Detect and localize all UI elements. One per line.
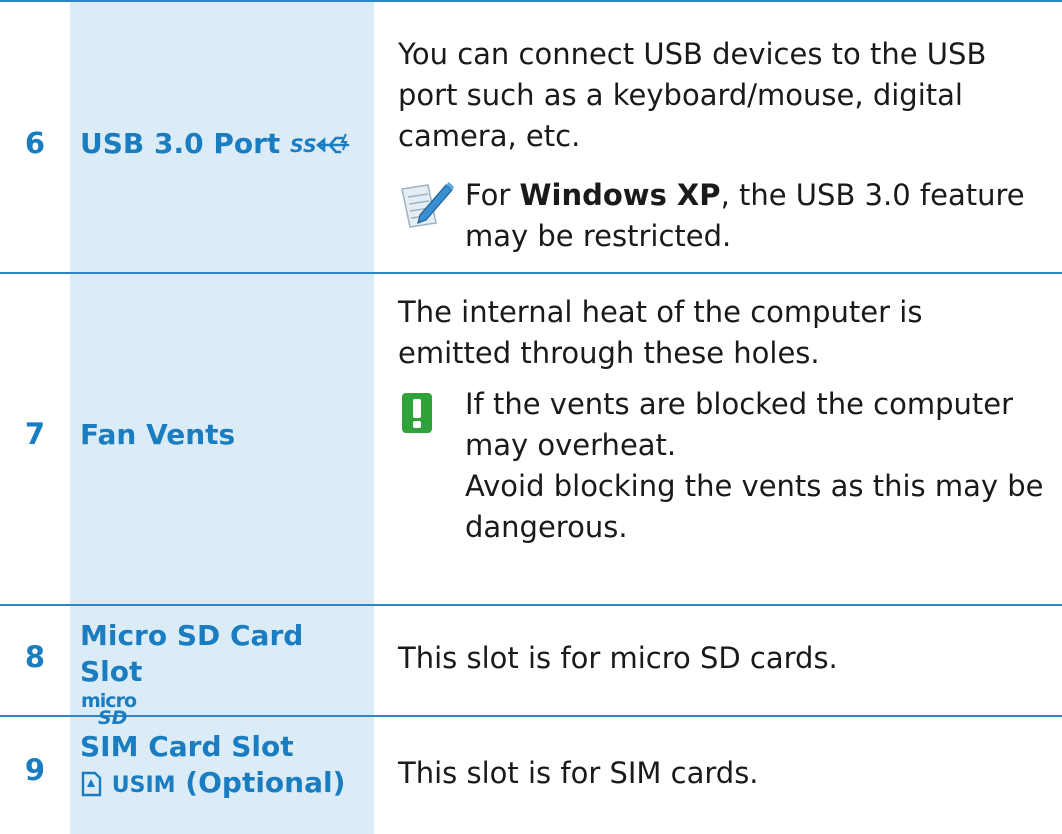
- table-row: 8 Micro SD Card Slot micro SD This slot …: [0, 604, 1062, 728]
- row-description: This slot is for micro SD cards.: [398, 641, 838, 675]
- row-description: This slot is for SIM cards.: [398, 756, 759, 790]
- caution-line: If the vents are blocked the computer ma…: [465, 387, 1014, 462]
- optional-label: (Optional): [185, 766, 346, 799]
- caution-icon: [402, 393, 432, 433]
- memo-note-before: For: [465, 178, 520, 212]
- row-number: 6: [24, 126, 46, 160]
- spec-table: 6 USB 3.0 Port SS You can connect USB de…: [0, 0, 1062, 834]
- row-name: Micro SD Card Slot micro SD: [80, 618, 370, 728]
- usb-superspeed-icon: SS: [290, 133, 350, 157]
- row-name-text: Micro SD Card Slot: [80, 619, 304, 688]
- usim-label: USIM: [111, 773, 176, 798]
- memo-note-text: For Windows XP, the USB 3.0 feature may …: [465, 175, 1045, 257]
- row-number: 7: [24, 417, 46, 451]
- row-name: USB 3.0 Port SS: [80, 126, 370, 162]
- row-description: The internal heat of the computer is emi…: [398, 295, 923, 370]
- caution-line: Avoid blocking the vents as this may be …: [465, 469, 1044, 544]
- row-name-text: USB 3.0 Port: [80, 127, 281, 160]
- row-number: 9: [24, 753, 46, 787]
- table-row: 9 SIM Card Slot USIM (Optional) This slo…: [0, 715, 1062, 834]
- sim-card-icon: [81, 771, 102, 797]
- row-name-text: SIM Card Slot: [80, 730, 294, 763]
- table-row: 7 Fan Vents The internal heat of the com…: [0, 272, 1062, 604]
- caution-note: If the vents are blocked the computer ma…: [398, 384, 1044, 594]
- row-description: You can connect USB devices to the USB p…: [398, 37, 987, 153]
- caution-note-text: If the vents are blocked the computer ma…: [465, 384, 1045, 548]
- row-number: 8: [24, 640, 46, 674]
- table-row: 6 USB 3.0 Port SS You can connect USB de…: [0, 0, 1062, 272]
- memo-pen-icon: [401, 182, 454, 228]
- memo-note: For Windows XP, the USB 3.0 feature may …: [398, 175, 1038, 261]
- row-sub-label: USIM (Optional): [80, 765, 370, 804]
- row-name: Fan Vents: [80, 418, 236, 451]
- memo-note-bold: Windows XP: [519, 178, 721, 212]
- svg-text:SS: SS: [290, 135, 317, 157]
- row-name: SIM Card Slot USIM (Optional): [80, 729, 370, 804]
